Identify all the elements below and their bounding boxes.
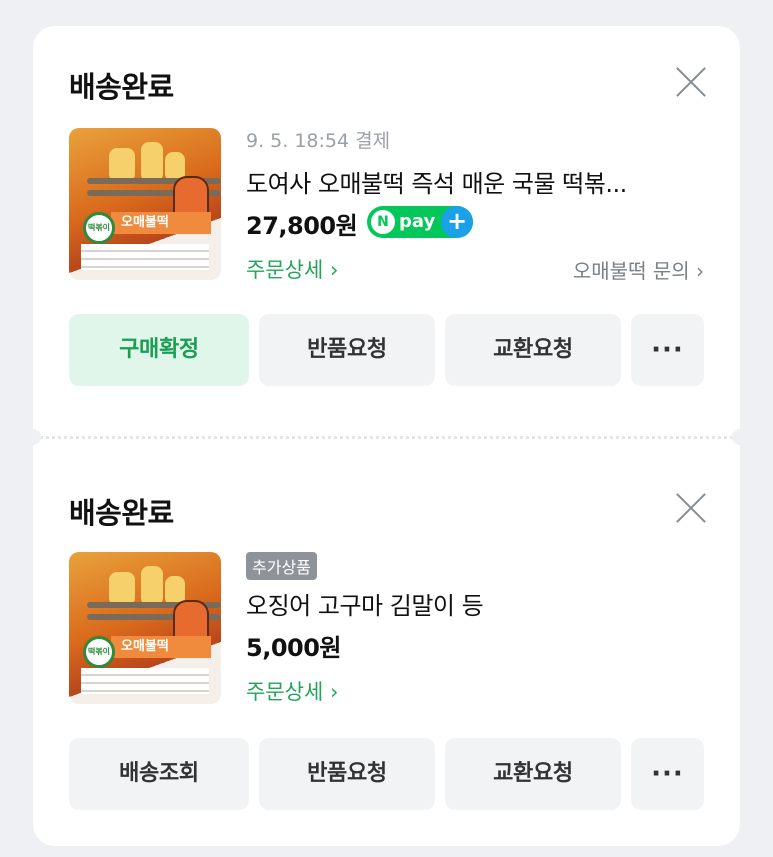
- return-request-button[interactable]: 반품요청: [259, 738, 435, 810]
- addon-badge: 추가상품: [246, 552, 317, 580]
- order-detail-link[interactable]: 주문상세 ›: [246, 254, 338, 284]
- delivery-status: 배송완료: [69, 70, 174, 104]
- product-price: 5,000원: [246, 634, 342, 662]
- thumbnail-label: 오매불떡: [111, 212, 211, 234]
- seller-inquiry-link[interactable]: 오매불떡 문의 ›: [573, 255, 704, 284]
- product-thumbnail[interactable]: 오매불떡 떡볶이: [69, 128, 221, 280]
- close-icon[interactable]: [675, 492, 707, 524]
- order-date: 9. 5. 18:54 결제: [246, 130, 391, 152]
- track-delivery-button[interactable]: 배송조회: [69, 738, 249, 810]
- thumbnail-label: 오매불떡: [111, 636, 211, 658]
- section-divider: [33, 436, 740, 439]
- order-item-1: 배송완료 오매불떡 떡볶이 9. 5. 18:54 결제 도여사 오매불떡 즉석…: [33, 26, 740, 436]
- npay-plus-icon: +: [441, 206, 473, 238]
- product-title[interactable]: 오징어 고구마 김말이 등: [246, 586, 484, 621]
- order-item-2: 배송완료 오매불떡 떡볶이 추가상품 오징어 고구마 김말이 등 5,000원 …: [33, 452, 740, 846]
- order-detail-link[interactable]: 주문상세 ›: [246, 676, 338, 706]
- npay-label: pay: [399, 211, 436, 232]
- product-title[interactable]: 도여사 오매불떡 즉석 매운 국물 떡볶...: [246, 164, 627, 199]
- thumbnail-badge: 떡볶이: [83, 636, 115, 668]
- exchange-request-button[interactable]: 교환요청: [445, 738, 621, 810]
- return-request-button[interactable]: 반품요청: [259, 314, 435, 386]
- close-icon[interactable]: [675, 66, 707, 98]
- thumbnail-badge: 떡볶이: [83, 212, 115, 244]
- npay-n-icon: N: [371, 210, 395, 234]
- more-icon[interactable]: ···: [631, 314, 704, 386]
- product-price: 27,800원: [246, 212, 358, 240]
- order-card: 배송완료 오매불떡 떡볶이 9. 5. 18:54 결제 도여사 오매불떡 즉석…: [25, 26, 748, 846]
- exchange-request-button[interactable]: 교환요청: [445, 314, 621, 386]
- more-icon[interactable]: ···: [631, 738, 704, 810]
- npay-badge: N pay +: [367, 206, 473, 238]
- confirm-purchase-button[interactable]: 구매확정: [69, 314, 249, 386]
- delivery-status: 배송완료: [69, 496, 174, 530]
- product-thumbnail[interactable]: 오매불떡 떡볶이: [69, 552, 221, 704]
